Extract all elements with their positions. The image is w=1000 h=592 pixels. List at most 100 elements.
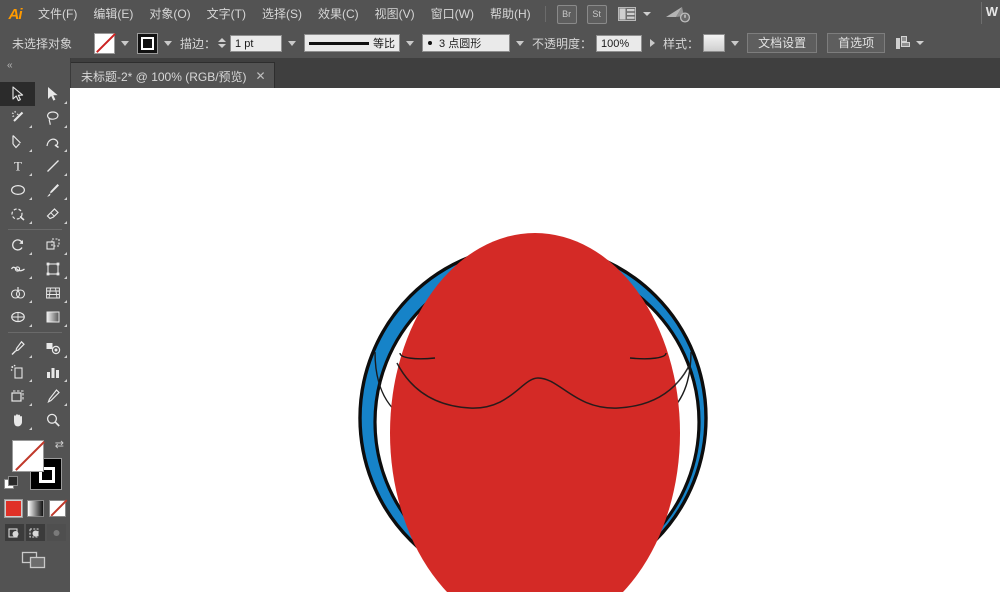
opacity-input[interactable]: 100% (596, 34, 643, 52)
menu-file[interactable]: 文件(F) (30, 0, 85, 28)
tool-eraser[interactable] (35, 202, 70, 226)
tool-paintbrush[interactable] (35, 178, 70, 202)
document-setup-button[interactable]: 文档设置 (747, 33, 818, 53)
tool-artboard[interactable] (0, 384, 35, 408)
align-icon[interactable] (895, 35, 911, 51)
tool-gradient[interactable] (35, 305, 70, 329)
tool-shape-builder[interactable] (0, 281, 35, 305)
style-label: 样式： (663, 36, 700, 51)
menu-help[interactable]: 帮助(H) (482, 0, 539, 28)
brush-dot-icon (428, 41, 433, 45)
menu-divider (544, 6, 546, 22)
menu-select[interactable]: 选择(S) (254, 0, 310, 28)
tool-width[interactable] (0, 257, 35, 281)
stroke-swatch[interactable] (137, 32, 159, 54)
menu-edit[interactable]: 编辑(E) (85, 0, 141, 28)
draw-mode-row (0, 524, 70, 541)
tool-rotate[interactable] (0, 233, 35, 257)
stock-icon[interactable]: St (586, 4, 607, 24)
menu-right-divider (981, 2, 982, 24)
tool-direct-selection[interactable] (35, 82, 70, 106)
tool-perspective-grid[interactable] (35, 281, 70, 305)
tool-magic-wand[interactable] (0, 106, 35, 130)
screen-mode-row (0, 550, 70, 570)
cloud-sync-icon[interactable] (665, 5, 691, 23)
tool-selection[interactable] (0, 82, 35, 106)
color-mode-gradient[interactable] (26, 500, 44, 517)
tool-lasso[interactable] (35, 106, 70, 130)
fill-swatch[interactable] (94, 32, 116, 54)
tool-line-segment[interactable] (35, 154, 70, 178)
fill-color-box[interactable] (12, 440, 44, 472)
tools-panel: « T ⇄ (0, 58, 71, 592)
close-icon[interactable]: ✕ (256, 69, 266, 83)
tool-curvature[interactable] (35, 130, 70, 154)
tool-pen[interactable] (0, 130, 35, 154)
tool-blend[interactable] (35, 336, 70, 360)
style-chevron-down-icon[interactable] (731, 40, 740, 46)
document-tab[interactable]: 未标题-2* @ 100% (RGB/预览) ✕ (70, 62, 275, 89)
tool-grid: T (0, 82, 70, 432)
tool-ellipse[interactable] (0, 178, 35, 202)
illustrator-window: Ai 文件(F) 编辑(E) 对象(O) 文字(T) 选择(S) 效果(C) 视… (0, 0, 1000, 592)
color-mode-color[interactable] (3, 499, 23, 518)
menu-object[interactable]: 对象(O) (141, 0, 198, 28)
tool-hand[interactable] (0, 408, 35, 432)
draw-normal-icon[interactable] (4, 524, 24, 541)
window-edge-label: W (985, 4, 998, 19)
tool-slice[interactable] (35, 384, 70, 408)
menu-view[interactable]: 视图(V) (367, 0, 423, 28)
default-fill-stroke-icon[interactable] (4, 476, 18, 489)
stroke-chevron-down-icon[interactable] (164, 40, 173, 46)
draw-inside-icon[interactable] (46, 524, 66, 541)
draw-behind-icon[interactable] (25, 524, 45, 541)
graphic-style-swatch[interactable] (703, 34, 726, 52)
menu-effect[interactable]: 效果(C) (310, 0, 367, 28)
menu-type[interactable]: 文字(T) (199, 0, 254, 28)
stroke-weight-input[interactable]: 1 pt (230, 34, 283, 52)
preferences-button[interactable]: 首选项 (827, 33, 886, 53)
brush-definition-label: 3 点圆形 (439, 38, 482, 50)
tool-divider-2 (0, 329, 70, 336)
tools-panel-collapse-button[interactable]: « (0, 58, 70, 72)
tool-type[interactable]: T (0, 154, 35, 178)
menu-window[interactable]: 窗口(W) (423, 0, 482, 28)
fill-stroke-indicator: ⇄ (0, 436, 70, 498)
tool-eyedropper[interactable] (0, 336, 35, 360)
tool-column-graph[interactable] (35, 360, 70, 384)
workspace-switcher-icon[interactable] (617, 7, 638, 22)
artwork-svg (358, 233, 708, 592)
document-tab-bar: 未标题-2* @ 100% (RGB/预览) ✕ (0, 58, 1000, 89)
color-mode-none[interactable] (48, 500, 66, 517)
opacity-label: 不透明度： (532, 36, 593, 51)
document-canvas[interactable] (70, 88, 1000, 592)
stroke-weight-label: 描边： (180, 36, 217, 51)
opacity-flyout-icon[interactable] (650, 39, 656, 47)
align-chevron-down-icon[interactable] (916, 41, 925, 45)
swap-fill-stroke-icon[interactable]: ⇄ (55, 438, 64, 451)
fill-chevron-down-icon[interactable] (121, 40, 130, 46)
tool-zoom[interactable] (35, 408, 70, 432)
tools-panel-title-bar[interactable] (0, 72, 70, 82)
brush-chevron-down-icon[interactable] (516, 40, 525, 46)
stroke-profile-select[interactable]: 等比 (304, 34, 401, 52)
stroke-profile-label: 等比 (373, 38, 396, 50)
change-screen-mode-icon[interactable] (21, 550, 49, 570)
stroke-profile-chevron-down-icon[interactable] (406, 40, 415, 46)
workspace-chevron-down-icon[interactable] (642, 12, 651, 16)
control-bar: 未选择对象 描边： 1 pt 等比 3 点圆形 不透明度： 100% 样式： 文… (0, 28, 1000, 59)
svg-text:T: T (14, 159, 22, 174)
tool-mesh[interactable] (0, 305, 35, 329)
selection-status-label: 未选择对象 (12, 36, 73, 51)
brush-definition-select[interactable]: 3 点圆形 (422, 34, 511, 52)
stroke-weight-chevron-down-icon[interactable] (288, 40, 297, 46)
tool-scale[interactable] (35, 233, 70, 257)
tool-shaper[interactable] (0, 202, 35, 226)
tool-divider (0, 226, 70, 233)
stroke-weight-stepper[interactable] (216, 35, 227, 51)
stroke-profile-preview (309, 41, 370, 45)
bridge-icon[interactable]: Br (556, 4, 577, 24)
color-mode-row (0, 499, 70, 518)
tool-free-transform[interactable] (35, 257, 70, 281)
tool-symbol-sprayer[interactable] (0, 360, 35, 384)
